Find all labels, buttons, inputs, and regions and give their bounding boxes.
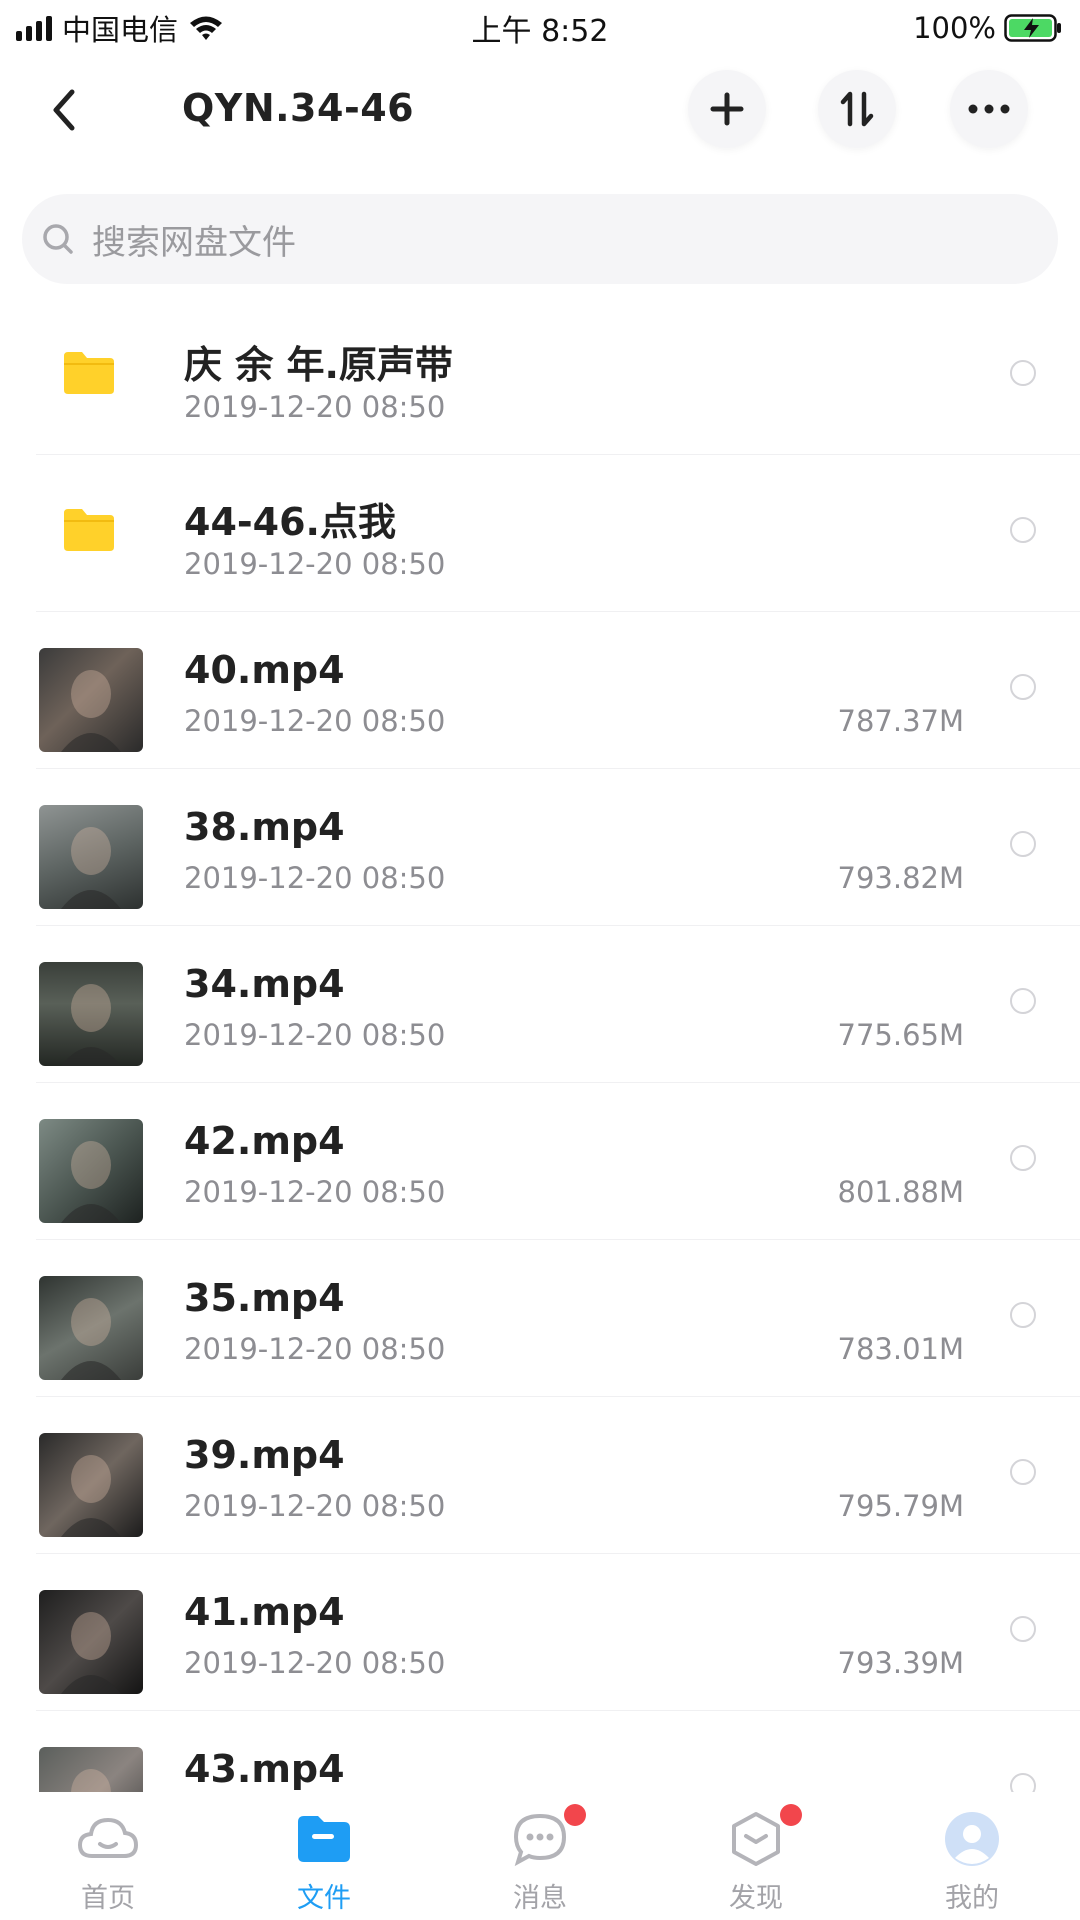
video-thumbnail [39, 805, 143, 909]
file-size: 801.88M [837, 1175, 965, 1209]
file-name: 44-46.点我 [184, 500, 396, 544]
file-name: 41.mp4 [184, 1590, 345, 1634]
plus-icon [710, 92, 744, 126]
file-date: 2019-12-20 08:50 [184, 1175, 446, 1209]
file-size: 775.65M [837, 1018, 965, 1052]
file-size: 795.79M [837, 1489, 965, 1523]
folder-row[interactable]: 44-46.点我 2019-12-20 08:50 [36, 455, 1080, 612]
notification-badge [564, 1804, 586, 1826]
file-name: 43.mp4 [184, 1747, 345, 1791]
select-radio[interactable] [1010, 1616, 1036, 1642]
select-radio[interactable] [1010, 1773, 1036, 1792]
tab-label: 消息 [513, 1883, 567, 1914]
file-date: 2019-12-20 08:50 [184, 704, 446, 738]
select-radio[interactable] [1010, 1302, 1036, 1328]
tab-bar: 首页 文件 消息 发现 我的 [0, 1792, 1080, 1920]
add-button[interactable] [688, 70, 766, 148]
video-thumbnail [39, 962, 143, 1066]
folder-icon [64, 352, 114, 394]
select-radio[interactable] [1010, 674, 1036, 700]
discover-icon [724, 1810, 788, 1868]
file-size: 783.01M [837, 1332, 965, 1366]
page-title: QYN.34-46 [182, 86, 415, 130]
notification-badge [780, 1804, 802, 1826]
file-row[interactable]: 41.mp4 2019-12-20 08:50 793.39M [36, 1554, 1080, 1711]
select-radio[interactable] [1010, 1459, 1036, 1485]
file-name: 35.mp4 [184, 1276, 345, 1320]
file-date: 2019-12-20 08:50 [184, 1646, 446, 1680]
file-row[interactable]: 34.mp4 2019-12-20 08:50 775.65M [36, 926, 1080, 1083]
search-placeholder: 搜索网盘文件 [92, 222, 296, 263]
file-name: 34.mp4 [184, 962, 345, 1006]
video-thumbnail [39, 648, 143, 752]
back-button[interactable] [38, 80, 88, 140]
file-date: 2019-12-20 08:50 [184, 390, 446, 424]
more-icon [968, 104, 1010, 114]
file-size: 787.37M [837, 704, 965, 738]
cloud-icon [76, 1810, 140, 1868]
file-row[interactable]: 39.mp4 2019-12-20 08:50 795.79M [36, 1397, 1080, 1554]
select-radio[interactable] [1010, 1145, 1036, 1171]
tab-chat[interactable]: 消息 [432, 1792, 648, 1920]
status-right: 100% [913, 8, 1062, 48]
chat-icon [508, 1810, 572, 1868]
search-icon [43, 224, 73, 254]
tab-discover[interactable]: 发现 [648, 1792, 864, 1920]
video-thumbnail [39, 1747, 143, 1792]
file-list: 庆 余 年.原声带 2019-12-20 08:50 44-46.点我 2019… [0, 298, 1080, 1792]
tab-label: 文件 [297, 1883, 351, 1914]
battery-percent: 100% [913, 11, 996, 45]
folder-icon [64, 509, 114, 551]
more-button[interactable] [950, 70, 1028, 148]
video-thumbnail [39, 1276, 143, 1380]
select-radio[interactable] [1010, 517, 1036, 543]
file-name: 39.mp4 [184, 1433, 345, 1477]
select-radio[interactable] [1010, 360, 1036, 386]
search-input[interactable]: 搜索网盘文件 [22, 194, 1058, 284]
file-size: 793.82M [837, 861, 965, 895]
tab-label: 我的 [945, 1883, 999, 1914]
file-name: 38.mp4 [184, 805, 345, 849]
file-row[interactable]: 38.mp4 2019-12-20 08:50 793.82M [36, 769, 1080, 926]
file-size: 793.39M [837, 1646, 965, 1680]
file-date: 2019-12-20 08:50 [184, 547, 446, 581]
status-bar: 中国电信 上午 8:52 100% [0, 0, 1080, 52]
tab-cloud[interactable]: 首页 [0, 1792, 216, 1920]
folder-row[interactable]: 庆 余 年.原声带 2019-12-20 08:50 [36, 298, 1080, 455]
battery-charging-icon [1004, 14, 1061, 42]
file-name: 40.mp4 [184, 648, 345, 692]
file-name: 42.mp4 [184, 1119, 345, 1163]
select-radio[interactable] [1010, 831, 1036, 857]
file-date: 2019-12-20 08:50 [184, 1489, 446, 1523]
sort-button[interactable] [818, 70, 896, 148]
file-date: 2019-12-20 08:50 [184, 1332, 446, 1366]
video-thumbnail [39, 1119, 143, 1223]
tab-label: 首页 [81, 1883, 135, 1914]
video-thumbnail [39, 1590, 143, 1694]
tab-label: 发现 [729, 1883, 783, 1914]
avatar-icon [940, 1810, 1004, 1868]
file-date: 2019-12-20 08:50 [184, 861, 446, 895]
file-row[interactable]: 43.mp4 [36, 1711, 1080, 1792]
file-date: 2019-12-20 08:50 [184, 1018, 446, 1052]
select-radio[interactable] [1010, 988, 1036, 1014]
tab-avatar[interactable]: 我的 [864, 1792, 1080, 1920]
file-name: 庆 余 年.原声带 [184, 343, 453, 387]
folder-icon [292, 1810, 356, 1868]
file-row[interactable]: 35.mp4 2019-12-20 08:50 783.01M [36, 1240, 1080, 1397]
video-thumbnail [39, 1433, 143, 1537]
sort-icon [840, 91, 874, 127]
nav-bar: QYN.34-46 [0, 60, 1080, 160]
file-row[interactable]: 42.mp4 2019-12-20 08:50 801.88M [36, 1083, 1080, 1240]
tab-folder[interactable]: 文件 [216, 1792, 432, 1920]
file-row[interactable]: 40.mp4 2019-12-20 08:50 787.37M [36, 612, 1080, 769]
chevron-left-icon [53, 89, 75, 131]
